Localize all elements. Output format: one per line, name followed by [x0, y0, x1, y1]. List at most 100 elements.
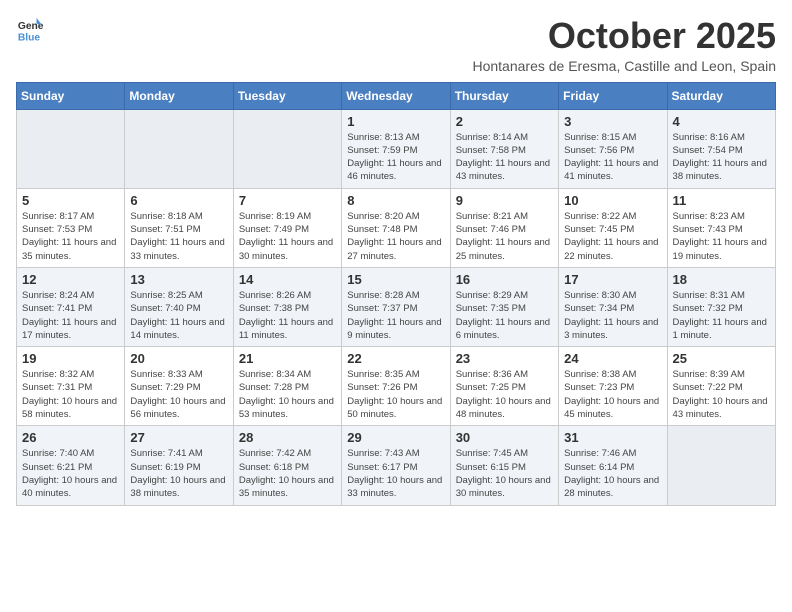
day-number: 18: [673, 272, 770, 287]
calendar-cell: 2 Sunrise: 8:14 AM Sunset: 7:58 PM Daylig…: [450, 109, 558, 188]
day-info: Sunrise: 8:13 AM Sunset: 7:59 PM Dayligh…: [347, 131, 444, 184]
day-number: 19: [22, 351, 119, 366]
day-number: 13: [130, 272, 227, 287]
calendar-cell: 6 Sunrise: 8:18 AM Sunset: 7:51 PM Daylig…: [125, 188, 233, 267]
day-info: Sunrise: 8:28 AM Sunset: 7:37 PM Dayligh…: [347, 289, 444, 342]
calendar-cell: 3 Sunrise: 8:15 AM Sunset: 7:56 PM Daylig…: [559, 109, 667, 188]
day-info: Sunrise: 8:35 AM Sunset: 7:26 PM Dayligh…: [347, 368, 444, 421]
day-number: 21: [239, 351, 336, 366]
day-info: Sunrise: 8:38 AM Sunset: 7:23 PM Dayligh…: [564, 368, 661, 421]
day-number: 9: [456, 193, 553, 208]
calendar-cell: 26 Sunrise: 7:40 AM Sunset: 6:21 PM Dayli…: [17, 426, 125, 505]
day-info: Sunrise: 7:40 AM Sunset: 6:21 PM Dayligh…: [22, 447, 119, 500]
calendar-cell: [125, 109, 233, 188]
day-info: Sunrise: 7:45 AM Sunset: 6:15 PM Dayligh…: [456, 447, 553, 500]
day-info: Sunrise: 8:31 AM Sunset: 7:32 PM Dayligh…: [673, 289, 770, 342]
day-info: Sunrise: 7:42 AM Sunset: 6:18 PM Dayligh…: [239, 447, 336, 500]
day-number: 20: [130, 351, 227, 366]
weekday-header-sunday: Sunday: [17, 82, 125, 109]
calendar-week-row: 5Sunrise: 8:17 AM Sunset: 7:53 PM Daylig…: [17, 188, 776, 267]
day-number: 22: [347, 351, 444, 366]
calendar-cell: 20Sunrise: 8:33 AM Sunset: 7:29 PM Dayli…: [125, 347, 233, 426]
calendar-cell: 17 Sunrise: 8:30 AM Sunset: 7:34 PM Dayli…: [559, 267, 667, 346]
title-block: October 2025 Hontanares de Eresma, Casti…: [472, 16, 776, 74]
calendar-week-row: 26 Sunrise: 7:40 AM Sunset: 6:21 PM Dayli…: [17, 426, 776, 505]
day-number: 7: [239, 193, 336, 208]
logo: General Blue: [16, 16, 44, 44]
weekday-header-friday: Friday: [559, 82, 667, 109]
day-info: Sunrise: 8:25 AM Sunset: 7:40 PM Dayligh…: [130, 289, 227, 342]
day-number: 23: [456, 351, 553, 366]
day-number: 3: [564, 114, 661, 129]
day-number: 1: [347, 114, 444, 129]
day-info: Sunrise: 8:22 AM Sunset: 7:45 PM Dayligh…: [564, 210, 661, 263]
day-number: 15: [347, 272, 444, 287]
day-number: 4: [673, 114, 770, 129]
calendar-cell: 1 Sunrise: 8:13 AM Sunset: 7:59 PM Daylig…: [342, 109, 450, 188]
day-info: Sunrise: 7:41 AM Sunset: 6:19 PM Dayligh…: [130, 447, 227, 500]
calendar-cell: 12 Sunrise: 8:24 AM Sunset: 7:41 PM Dayli…: [17, 267, 125, 346]
day-info: Sunrise: 8:20 AM Sunset: 7:48 PM Dayligh…: [347, 210, 444, 263]
day-info: Sunrise: 8:18 AM Sunset: 7:51 PM Dayligh…: [130, 210, 227, 263]
day-number: 12: [22, 272, 119, 287]
calendar-cell: 23Sunrise: 8:36 AM Sunset: 7:25 PM Dayli…: [450, 347, 558, 426]
calendar-cell: [17, 109, 125, 188]
page-header: General Blue October 2025 Hontanares de …: [16, 16, 776, 74]
day-info: Sunrise: 8:15 AM Sunset: 7:56 PM Dayligh…: [564, 131, 661, 184]
day-info: Sunrise: 8:19 AM Sunset: 7:49 PM Dayligh…: [239, 210, 336, 263]
day-number: 31: [564, 430, 661, 445]
calendar-cell: 19 Sunrise: 8:32 AM Sunset: 7:31 PM Dayli…: [17, 347, 125, 426]
day-number: 2: [456, 114, 553, 129]
calendar-cell: 11Sunrise: 8:23 AM Sunset: 7:43 PM Dayli…: [667, 188, 775, 267]
day-info: Sunrise: 8:39 AM Sunset: 7:22 PM Dayligh…: [673, 368, 770, 421]
day-info: Sunrise: 8:21 AM Sunset: 7:46 PM Dayligh…: [456, 210, 553, 263]
calendar-cell: 5Sunrise: 8:17 AM Sunset: 7:53 PM Daylig…: [17, 188, 125, 267]
calendar-cell: 22 Sunrise: 8:35 AM Sunset: 7:26 PM Dayli…: [342, 347, 450, 426]
month-title: October 2025: [472, 16, 776, 56]
calendar-cell: 21 Sunrise: 8:34 AM Sunset: 7:28 PM Dayli…: [233, 347, 341, 426]
day-info: Sunrise: 8:24 AM Sunset: 7:41 PM Dayligh…: [22, 289, 119, 342]
day-number: 28: [239, 430, 336, 445]
calendar-cell: 25Sunrise: 8:39 AM Sunset: 7:22 PM Dayli…: [667, 347, 775, 426]
weekday-header-row: SundayMondayTuesdayWednesdayThursdayFrid…: [17, 82, 776, 109]
day-number: 6: [130, 193, 227, 208]
day-number: 10: [564, 193, 661, 208]
day-info: Sunrise: 8:26 AM Sunset: 7:38 PM Dayligh…: [239, 289, 336, 342]
day-info: Sunrise: 8:34 AM Sunset: 7:28 PM Dayligh…: [239, 368, 336, 421]
calendar-week-row: 12 Sunrise: 8:24 AM Sunset: 7:41 PM Dayli…: [17, 267, 776, 346]
calendar-week-row: 19 Sunrise: 8:32 AM Sunset: 7:31 PM Dayli…: [17, 347, 776, 426]
calendar-cell: 4 Sunrise: 8:16 AM Sunset: 7:54 PM Daylig…: [667, 109, 775, 188]
weekday-header-thursday: Thursday: [450, 82, 558, 109]
day-number: 27: [130, 430, 227, 445]
day-info: Sunrise: 7:46 AM Sunset: 6:14 PM Dayligh…: [564, 447, 661, 500]
calendar-cell: 16Sunrise: 8:29 AM Sunset: 7:35 PM Dayli…: [450, 267, 558, 346]
calendar-cell: 9 Sunrise: 8:21 AM Sunset: 7:46 PM Daylig…: [450, 188, 558, 267]
calendar-cell: 13 Sunrise: 8:25 AM Sunset: 7:40 PM Dayli…: [125, 267, 233, 346]
day-info: Sunrise: 8:17 AM Sunset: 7:53 PM Dayligh…: [22, 210, 119, 263]
calendar-cell: [667, 426, 775, 505]
calendar-cell: [233, 109, 341, 188]
day-info: Sunrise: 7:43 AM Sunset: 6:17 PM Dayligh…: [347, 447, 444, 500]
day-info: Sunrise: 8:14 AM Sunset: 7:58 PM Dayligh…: [456, 131, 553, 184]
calendar-cell: 31 Sunrise: 7:46 AM Sunset: 6:14 PM Dayli…: [559, 426, 667, 505]
day-number: 17: [564, 272, 661, 287]
weekday-header-tuesday: Tuesday: [233, 82, 341, 109]
day-number: 30: [456, 430, 553, 445]
weekday-header-wednesday: Wednesday: [342, 82, 450, 109]
calendar-cell: 27 Sunrise: 7:41 AM Sunset: 6:19 PM Dayli…: [125, 426, 233, 505]
calendar-week-row: 1 Sunrise: 8:13 AM Sunset: 7:59 PM Daylig…: [17, 109, 776, 188]
svg-text:Blue: Blue: [18, 32, 41, 43]
weekday-header-monday: Monday: [125, 82, 233, 109]
day-number: 8: [347, 193, 444, 208]
day-info: Sunrise: 8:23 AM Sunset: 7:43 PM Dayligh…: [673, 210, 770, 263]
weekday-header-saturday: Saturday: [667, 82, 775, 109]
day-info: Sunrise: 8:32 AM Sunset: 7:31 PM Dayligh…: [22, 368, 119, 421]
calendar-cell: 14 Sunrise: 8:26 AM Sunset: 7:38 PM Dayli…: [233, 267, 341, 346]
calendar-cell: 18 Sunrise: 8:31 AM Sunset: 7:32 PM Dayli…: [667, 267, 775, 346]
day-info: Sunrise: 8:16 AM Sunset: 7:54 PM Dayligh…: [673, 131, 770, 184]
calendar-table: SundayMondayTuesdayWednesdayThursdayFrid…: [16, 82, 776, 506]
day-number: 26: [22, 430, 119, 445]
calendar-cell: 7 Sunrise: 8:19 AM Sunset: 7:49 PM Daylig…: [233, 188, 341, 267]
day-info: Sunrise: 8:30 AM Sunset: 7:34 PM Dayligh…: [564, 289, 661, 342]
day-number: 14: [239, 272, 336, 287]
